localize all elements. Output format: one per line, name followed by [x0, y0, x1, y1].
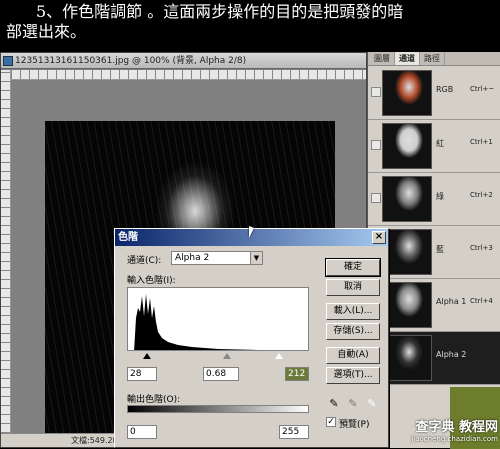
- watermark-url: jiaocheng.chazidian.com: [411, 435, 498, 443]
- histogram-graph: [134, 294, 258, 350]
- document-icon: [3, 56, 13, 66]
- document-title: 12351313161150361.jpg @ 100% (背景, Alpha …: [15, 56, 247, 66]
- input-black-handle[interactable]: [143, 353, 151, 359]
- black-eyedropper-icon[interactable]: ✎: [328, 397, 340, 411]
- document-title-bar[interactable]: 12351313161150361.jpg @ 100% (背景, Alpha …: [1, 53, 366, 69]
- input-gamma-field[interactable]: 0.68: [203, 367, 239, 381]
- levels-dialog: 色階 × 通道(C): Alpha 2 ▼ 輸入色階(I): 28 0.68 2…: [114, 228, 389, 448]
- channel-row[interactable]: RGB Ctrl+~: [368, 67, 500, 120]
- output-black-field[interactable]: 0: [127, 425, 157, 439]
- channel-shortcut: Ctrl+~: [470, 85, 495, 93]
- document-size: 文檔:549.2K: [71, 436, 118, 445]
- input-gamma-handle[interactable]: [223, 353, 231, 359]
- channel-name: RGB: [436, 85, 454, 94]
- output-gradient[interactable]: [127, 405, 309, 413]
- channel-shortcut: Ctrl+1: [470, 138, 493, 146]
- channel-select[interactable]: Alpha 2 ▼: [171, 251, 263, 265]
- caption-line-2: 部選出來。: [6, 22, 87, 41]
- auto-button[interactable]: 自動(A): [326, 347, 380, 364]
- channel-name: 紅: [436, 139, 444, 148]
- gray-eyedropper-icon[interactable]: ✎: [347, 397, 359, 411]
- input-white-handle[interactable]: [275, 353, 283, 359]
- input-levels-slider[interactable]: [127, 353, 309, 361]
- channel-shortcut: Ctrl+3: [470, 244, 493, 252]
- watermark-main: 查字典 教程网: [415, 420, 498, 435]
- eye-icon[interactable]: [371, 140, 381, 150]
- channel-name: Alpha 1: [436, 297, 467, 306]
- channel-select-value: Alpha 2: [175, 253, 210, 263]
- channel-thumbnail: [382, 123, 432, 169]
- input-levels-label: 輸入色階(I):: [127, 276, 176, 286]
- vertical-ruler[interactable]: [1, 70, 11, 433]
- channel-thumbnail: [382, 70, 432, 116]
- load-button[interactable]: 載入(L)...: [326, 303, 380, 320]
- tab-layers[interactable]: 圖層: [370, 52, 395, 65]
- preview-checkbox[interactable]: ✓: [326, 417, 336, 427]
- channel-row[interactable]: 紅 Ctrl+1: [368, 120, 500, 173]
- channel-name: 藍: [436, 245, 444, 254]
- channel-row[interactable]: 綠 Ctrl+2: [368, 173, 500, 226]
- output-white-field[interactable]: 255: [279, 425, 309, 439]
- horizontal-ruler[interactable]: [11, 70, 366, 80]
- channel-shortcut: Ctrl+2: [470, 191, 493, 199]
- mouse-cursor-icon: [249, 226, 254, 238]
- output-levels-label: 輸出色階(O):: [127, 395, 181, 405]
- white-eyedropper-icon[interactable]: ✎: [366, 397, 378, 411]
- cancel-button[interactable]: 取消: [326, 279, 380, 296]
- tab-channels[interactable]: 通道: [395, 52, 420, 65]
- channel-thumbnail: [382, 229, 432, 275]
- save-button[interactable]: 存儲(S)...: [326, 323, 380, 340]
- channel-name: 綠: [436, 192, 444, 201]
- caption-line-1: 5、作色階調節 。這面兩步操作的目的是把頭發的暗: [36, 2, 404, 21]
- eye-icon[interactable]: [371, 193, 381, 203]
- channel-thumbnail: [382, 176, 432, 222]
- chevron-down-icon[interactable]: ▼: [250, 252, 262, 264]
- options-button[interactable]: 選項(T)...: [326, 367, 380, 384]
- channel-thumbnail: [382, 335, 432, 381]
- channel-label: 通道(C):: [127, 256, 162, 266]
- histogram: [127, 287, 309, 351]
- close-icon[interactable]: ×: [372, 231, 386, 244]
- input-white-field[interactable]: 212: [285, 367, 309, 381]
- site-watermark: 查字典 教程网 jiaocheng.chazidian.com: [358, 416, 500, 448]
- eye-icon[interactable]: [371, 87, 381, 97]
- tutorial-caption: 5、作色階調節 。這面兩步操作的目的是把頭發的暗 部選出來。: [0, 0, 500, 50]
- ok-button[interactable]: 確定: [325, 258, 381, 277]
- dialog-title: 色階: [118, 232, 138, 243]
- tab-paths[interactable]: 路徑: [420, 52, 445, 65]
- channel-name: Alpha 2: [436, 350, 467, 359]
- channel-thumbnail: [382, 282, 432, 328]
- channel-shortcut: Ctrl+4: [470, 297, 493, 305]
- input-black-field[interactable]: 28: [127, 367, 157, 381]
- panel-tabs: 圖層 通道 路徑: [368, 52, 500, 66]
